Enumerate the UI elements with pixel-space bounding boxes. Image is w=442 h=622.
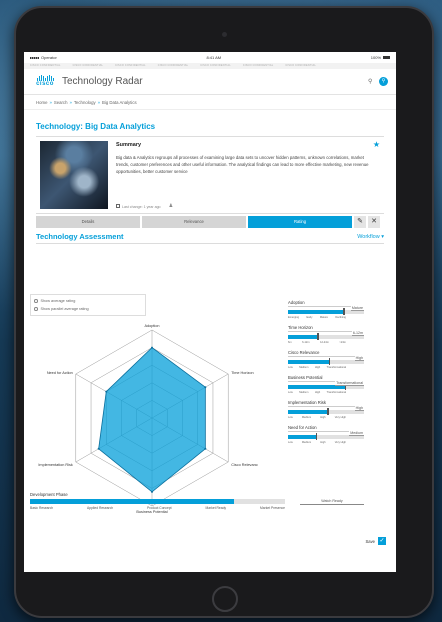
camera-dot xyxy=(222,32,227,37)
slider-fill xyxy=(288,335,317,339)
slider-tick-label: Very High xyxy=(334,416,346,419)
slider-tick-label: Emerging xyxy=(288,316,300,319)
radar-point xyxy=(151,346,153,349)
rating-slider[interactable]: Medium xyxy=(288,431,364,440)
slider-tick-label: High xyxy=(314,391,321,394)
slider-tick-label: Low xyxy=(288,441,293,444)
radar-axis-label: Implementation Risk xyxy=(38,463,72,467)
radio-icon xyxy=(34,299,38,303)
slider-tick-label: High xyxy=(314,366,321,369)
slider-handle[interactable] xyxy=(327,408,329,415)
development-phase-track[interactable] xyxy=(30,499,285,504)
slider-value: Mature xyxy=(350,306,364,311)
radio-icon xyxy=(34,307,38,311)
slider-block: Adoption Mature Emerging Early Mature Declini… xyxy=(288,300,364,319)
slider-tick-label: Declining xyxy=(335,316,346,319)
rating-slider[interactable]: 6-12m xyxy=(288,331,364,340)
slider-tick-label: Very High xyxy=(334,441,346,444)
slider-tick-label: 12-24m xyxy=(320,341,329,344)
radar-point xyxy=(105,390,108,393)
development-phase: Development Phase Basic Research Applied … xyxy=(30,492,364,510)
slider-block: Need for Action Medium Low Medium High Very H… xyxy=(288,425,364,444)
phase-tick-label: Market Ready xyxy=(205,506,227,510)
home-button[interactable] xyxy=(212,586,238,612)
slider-tick-label: Mature xyxy=(319,316,328,319)
slider-block: Time Horizon 6-12m 6m 6-12m 12-24m >24m xyxy=(288,325,364,344)
save-label: Save xyxy=(365,538,375,544)
slider-tick-label: >24m xyxy=(339,341,346,344)
phase-tick-label: Applied Research xyxy=(87,506,114,510)
slider-value: Medium xyxy=(349,431,364,436)
development-phase-ticks: Basic Research Applied Research Product Co… xyxy=(30,506,285,510)
checkmark-icon[interactable]: ✓ xyxy=(378,537,386,545)
slider-tick-label: Medium xyxy=(301,416,312,419)
slider-tick-label: Early xyxy=(306,316,313,319)
phase-tick-label: Basic Research xyxy=(30,506,54,510)
slider-fill xyxy=(288,410,328,414)
slider-value: Transformational xyxy=(335,381,364,386)
slider-block: Business Potential Transformational Low Med… xyxy=(288,375,364,394)
slider-fill xyxy=(288,310,344,314)
slider-tick-label: Low xyxy=(288,391,293,394)
development-phase-fill xyxy=(30,499,234,504)
slider-value: High xyxy=(354,356,364,361)
slider-handle[interactable] xyxy=(328,358,331,365)
slider-ticks: Low Medium High Transformational xyxy=(288,366,346,369)
slider-label: Cisco Relevance xyxy=(288,350,364,357)
slider-ticks: Low Medium High Very High xyxy=(288,416,346,419)
watch-ready-field[interactable]: Watch Ready xyxy=(300,497,364,505)
slider-ticks: Low Medium High Transformational xyxy=(288,391,346,394)
rating-slider[interactable]: Mature xyxy=(288,306,364,315)
slider-tick-label: 6m xyxy=(288,341,292,344)
slider-tick-label: Transformational xyxy=(326,391,346,394)
radar-point xyxy=(204,447,207,450)
rating-sliders: Adoption Mature Emerging Early Mature Declini… xyxy=(288,300,364,450)
radar-chart: Adoption Time Horizon Cisco Relevance Busin… xyxy=(38,324,258,514)
radar-axis-label: Time Horizon xyxy=(231,371,253,375)
slider-tick-label: Medium xyxy=(299,391,309,394)
rating-options: Show average rating Show parallel averag… xyxy=(30,294,146,316)
slider-tick-label: Medium xyxy=(301,441,312,444)
option-parallel-average[interactable]: Show parallel average rating xyxy=(34,305,142,313)
slider-tick-label: Medium xyxy=(299,366,309,369)
slider-fill xyxy=(288,360,329,364)
slider-ticks: Low Medium High Very High xyxy=(288,441,346,444)
slider-tick-label: 6-12m xyxy=(302,341,310,344)
slider-ticks: Emerging Early Mature Declining xyxy=(288,316,346,319)
slider-fill xyxy=(288,435,316,439)
slider-block: Cisco Relevance High Low Medium High Transfor… xyxy=(288,350,364,369)
radar-axis-label: Adoption xyxy=(145,324,160,328)
slider-handle[interactable] xyxy=(315,433,318,440)
rating-slider[interactable]: High xyxy=(288,406,364,415)
slider-tick-label: High xyxy=(320,441,326,444)
rating-slider[interactable]: High xyxy=(288,356,364,365)
radar-point xyxy=(97,447,100,450)
radar-axis-label: Need for Action xyxy=(47,371,73,375)
slider-value: 6-12m xyxy=(351,331,364,336)
radar-axis-label: Cisco Relevance xyxy=(231,463,258,467)
slider-tick-label: Low xyxy=(288,366,293,369)
slider-block: Implementation Risk High Low Medium High Very… xyxy=(288,400,364,419)
slider-handle[interactable] xyxy=(317,333,319,340)
phase-tick-label: Product Concept xyxy=(147,506,172,510)
slider-value: High xyxy=(354,406,364,411)
slider-tick-label: Low xyxy=(288,416,293,419)
option-label: Show parallel average rating xyxy=(40,307,89,311)
phase-tick-label: Market Presence xyxy=(260,506,285,510)
slider-ticks: 6m 6-12m 12-24m >24m xyxy=(288,341,346,344)
slider-tick-label: High xyxy=(320,416,326,419)
slider-handle[interactable] xyxy=(343,308,345,315)
radar-axis-label: Business Potential xyxy=(136,510,167,514)
save-control[interactable]: Save ✓ xyxy=(365,537,386,545)
option-average-rating[interactable]: Show average rating xyxy=(34,297,142,305)
rating-slider[interactable]: Transformational xyxy=(288,381,364,390)
option-label: Show average rating xyxy=(40,299,76,303)
slider-label: Implementation Risk xyxy=(288,400,364,407)
radar-point xyxy=(204,386,207,389)
slider-tick-label: Transformational xyxy=(326,366,346,369)
